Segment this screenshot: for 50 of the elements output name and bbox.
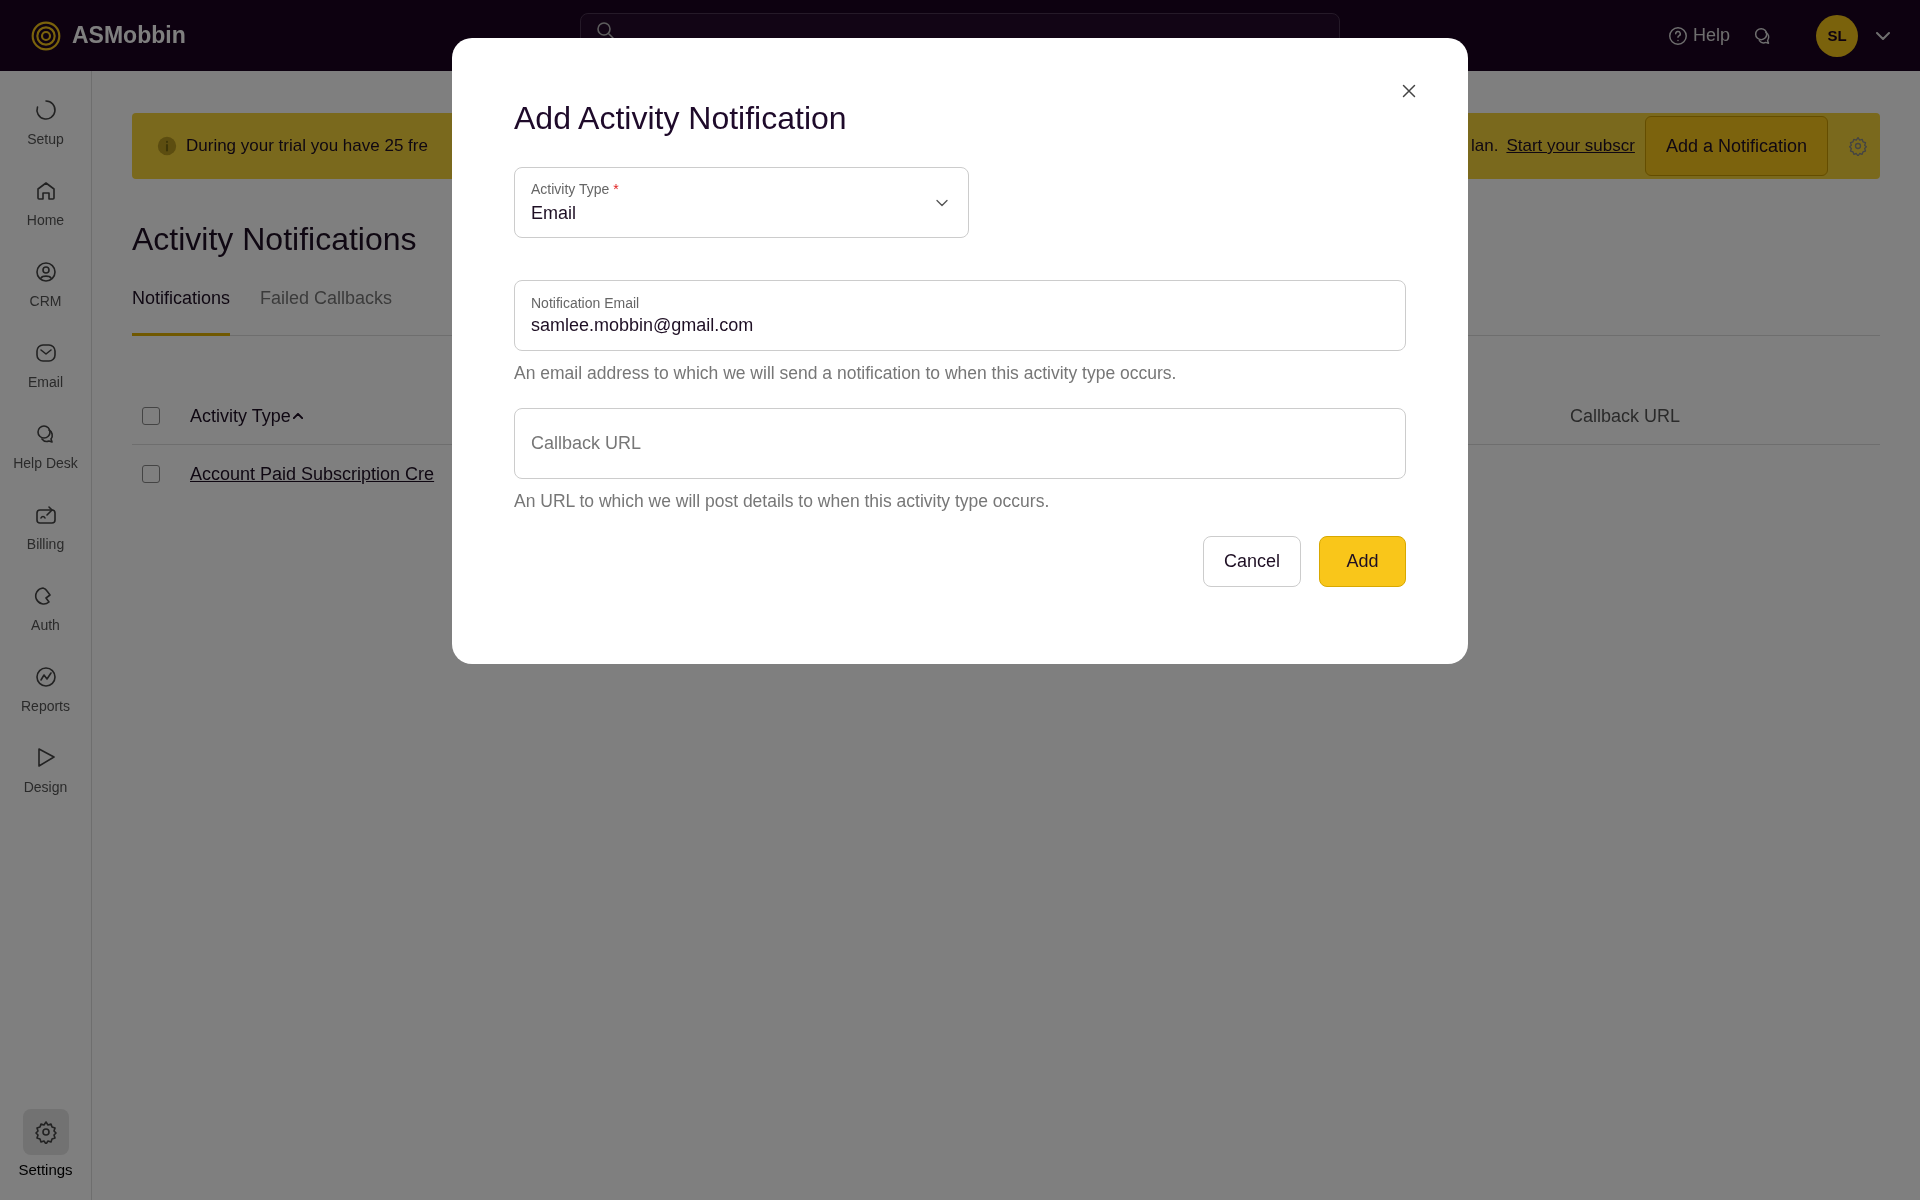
sidebar-item[interactable]: Settings <box>1 1109 90 1178</box>
checkbox[interactable] <box>142 407 160 425</box>
url-input-field[interactable]: Callback URL <box>514 408 1406 479</box>
column-header[interactable]: Activity Type <box>190 405 303 427</box>
loading-icon <box>33 98 58 122</box>
tab[interactable]: Notifications <box>132 288 231 336</box>
add-notification-button[interactable]: Add a Notification <box>1644 116 1828 176</box>
activity-type-select[interactable]: Activity Type * Email <box>514 167 969 238</box>
settings-icon <box>33 1120 58 1144</box>
sidebar-item[interactable]: Help Desk <box>1 411 90 471</box>
sidebar-item[interactable]: Auth <box>1 573 90 633</box>
sidebar-item[interactable]: CRM <box>1 249 90 309</box>
user-icon <box>33 260 58 284</box>
sidebar-item[interactable]: Billing <box>1 492 90 552</box>
help-button[interactable]: Help <box>1666 24 1730 47</box>
chart-icon <box>33 665 58 689</box>
search-icon <box>597 21 614 39</box>
email-input[interactable]: samlee.mobbin@gmail.com <box>531 315 1389 336</box>
select-value: Email <box>531 203 577 224</box>
help-icon <box>1666 24 1689 47</box>
sidebar-item[interactable]: Home <box>1 168 90 228</box>
banner-text: lan. <box>1471 136 1499 156</box>
sidebar-item[interactable]: Setup <box>1 87 90 147</box>
column-header[interactable]: Callback URL <box>1569 405 1680 427</box>
cancel-button[interactable]: Cancel <box>1202 536 1301 587</box>
sidebar-item[interactable]: Design <box>1 735 90 795</box>
sidebar-item[interactable]: Reports <box>1 654 90 714</box>
avatar[interactable]: SL <box>1816 14 1858 57</box>
caret-down-icon <box>1876 31 1890 40</box>
field-label: Activity Type * <box>531 181 619 197</box>
mail-icon <box>33 341 58 365</box>
subscription-link[interactable]: Start your subscr <box>1506 136 1635 156</box>
tab[interactable]: Failed Callbacks <box>260 288 393 336</box>
field-label: Notification Email <box>531 295 641 311</box>
help-text: An email address to which we will send a notification to when this activity type occurs. <box>514 363 1178 384</box>
card-icon <box>33 503 58 527</box>
add-button[interactable]: Add <box>1319 536 1406 587</box>
app-name: ASMobbin <box>72 22 186 49</box>
page-title: Activity Notifications <box>132 221 417 258</box>
sidebar-item[interactable]: Email <box>1 330 90 390</box>
help-text: An URL to which we will post details to when this activity type occurs. <box>514 491 1051 512</box>
activity-type-link[interactable]: Account Paid Subscription Cre <box>190 463 435 485</box>
checkbox[interactable] <box>142 465 160 483</box>
info-icon <box>156 135 178 157</box>
spiral-logo-icon <box>30 19 62 52</box>
input-field[interactable]: Notification Email samlee.mobbin@gmail.com <box>514 280 1406 351</box>
settings-icon <box>1848 136 1868 156</box>
banner-text: During your trial you have 25 fre <box>186 136 428 156</box>
dialog-title: Add Activity Notification <box>514 100 847 137</box>
required-mark: * <box>613 181 619 197</box>
